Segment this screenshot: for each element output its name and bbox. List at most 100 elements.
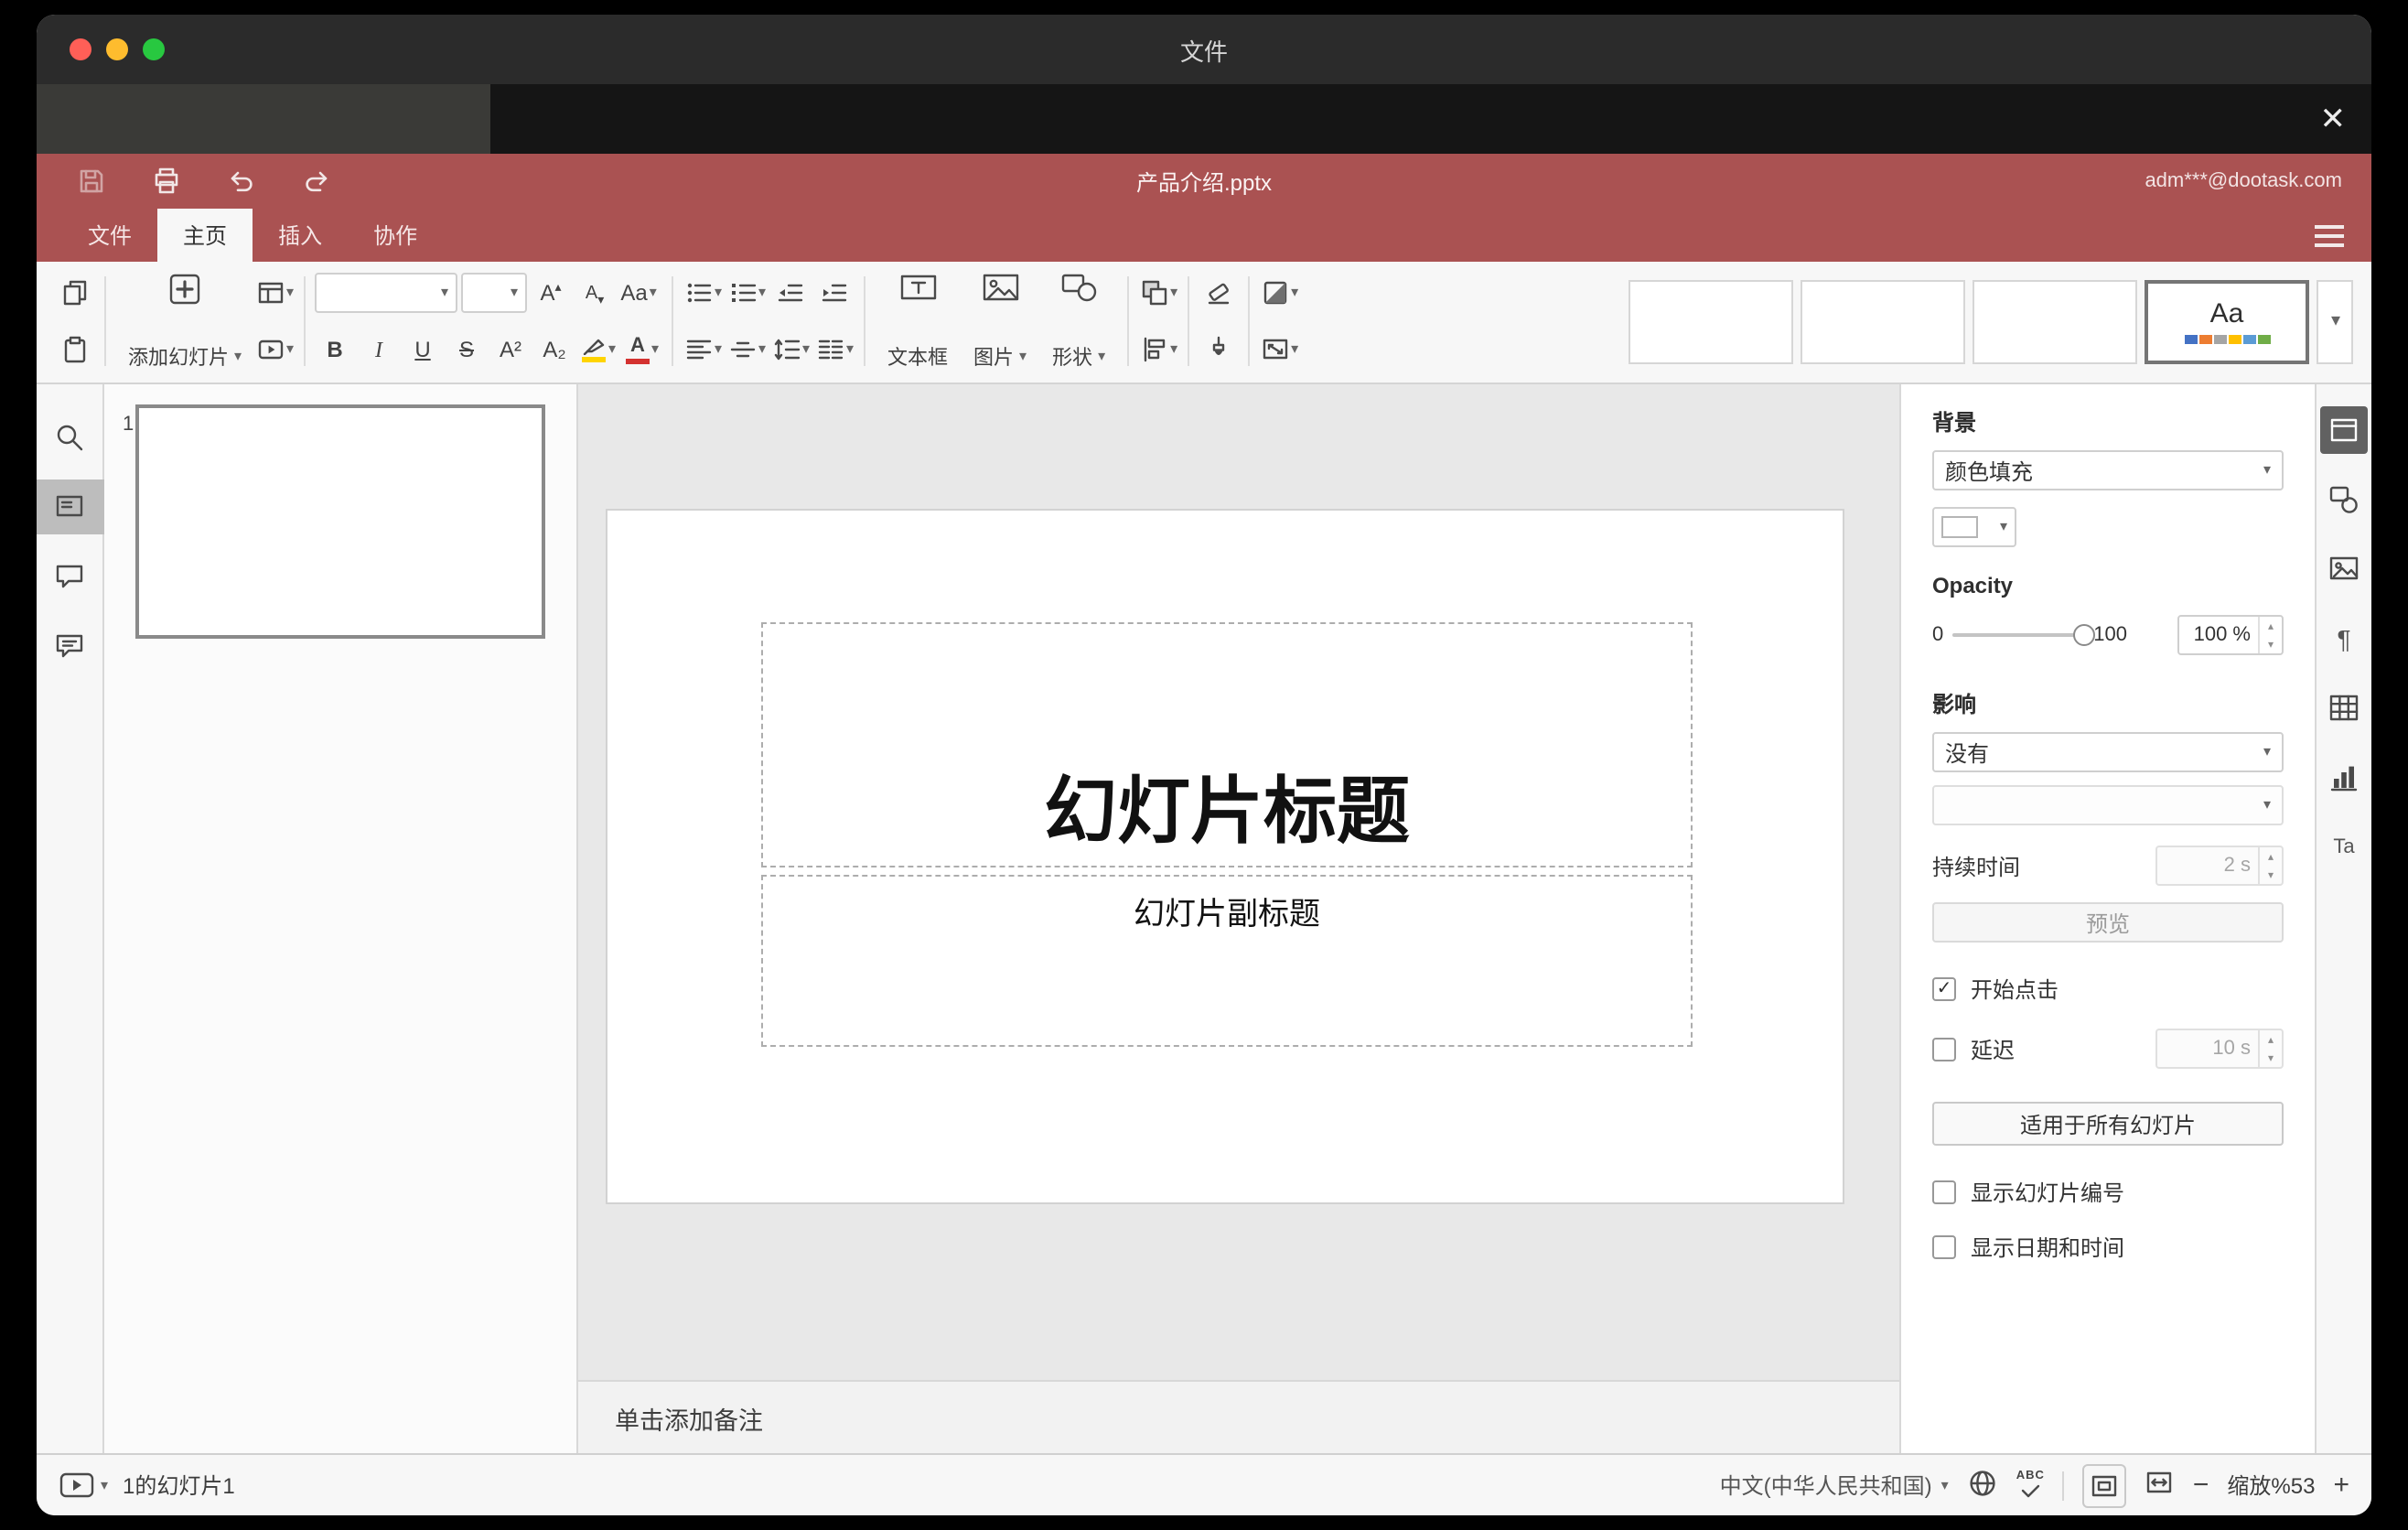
duration-spinner[interactable]: ▴ ▾	[2258, 847, 2282, 884]
effect-select[interactable]: 没有 ▾	[1932, 732, 2284, 772]
feedback-icon[interactable]	[37, 619, 103, 673]
paste-icon[interactable]	[55, 328, 95, 372]
opacity-slider-knob[interactable]	[2073, 624, 2096, 646]
delay-input[interactable]: 10 s ▴ ▾	[2155, 1029, 2284, 1069]
shape-settings-icon[interactable]	[2320, 476, 2368, 523]
slide-layout-icon[interactable]: ▾	[254, 271, 295, 315]
thumbnail-number: 1	[123, 414, 134, 436]
maximize-traffic-button[interactable]	[143, 38, 165, 60]
increase-font-icon[interactable]: A ▴	[531, 271, 571, 315]
highlight-color-icon[interactable]: ▾	[578, 328, 618, 372]
decrease-font-icon[interactable]: A ▾	[575, 271, 615, 315]
tab-file[interactable]: 文件	[62, 209, 157, 262]
slides-panel-icon[interactable]	[37, 479, 103, 534]
bold-button[interactable]: B	[315, 328, 355, 372]
slide-settings-icon[interactable]	[2320, 406, 2368, 454]
columns-icon[interactable]: ▾	[814, 328, 855, 372]
slide-size-icon[interactable]: ▾	[1259, 328, 1299, 372]
comments-icon[interactable]	[37, 549, 103, 604]
change-case-icon[interactable]: Aa ▾	[618, 271, 659, 315]
bullets-icon[interactable]: ▾	[683, 271, 723, 315]
theme-tile-3[interactable]	[1973, 279, 2137, 363]
spell-check-icon[interactable]: ABC	[2016, 1471, 2045, 1499]
opacity-spinner[interactable]: ▴ ▾	[2258, 617, 2282, 653]
background-fill-select[interactable]: 颜色填充 ▾	[1932, 450, 2284, 490]
copy-style-icon[interactable]	[1199, 328, 1239, 372]
duration-input[interactable]: 2 s ▴ ▾	[2155, 846, 2284, 886]
slide-canvas[interactable]: 幻灯片标题 幻灯片副标题	[578, 384, 1899, 1380]
language-selector[interactable]: 中文(中华人民共和国) ▾	[1720, 1470, 1949, 1501]
add-slide-button[interactable]: 添加幻灯片 ▾	[115, 267, 254, 375]
macos-titlebar: 文件	[37, 15, 2371, 84]
arrange-shape-icon[interactable]: ▾	[1138, 271, 1178, 315]
fit-width-icon[interactable]	[2145, 1468, 2175, 1503]
horizontal-align-icon[interactable]: ▾	[683, 328, 723, 372]
slide[interactable]: 幻灯片标题 幻灯片副标题	[606, 509, 1844, 1204]
text-box-button[interactable]: 文本框	[875, 267, 961, 375]
copy-icon[interactable]	[55, 271, 95, 315]
delay-checkbox[interactable]	[1932, 1037, 1956, 1061]
delay-spinner[interactable]: ▴ ▾	[2258, 1030, 2282, 1067]
undo-icon[interactable]	[227, 167, 256, 196]
background-color-select[interactable]: ▾	[1932, 507, 2016, 547]
search-icon[interactable]	[37, 410, 103, 465]
notes-area[interactable]: 单击添加备注	[578, 1380, 1899, 1453]
underline-button[interactable]: U	[403, 328, 443, 372]
line-spacing-icon[interactable]: ▾	[770, 328, 811, 372]
print-icon[interactable]	[152, 167, 181, 196]
minimize-traffic-button[interactable]	[106, 38, 128, 60]
start-on-click-checkbox[interactable]: ✓	[1932, 977, 1956, 1001]
theme-tile-2[interactable]	[1801, 279, 1965, 363]
vertical-align-icon[interactable]: ▾	[726, 328, 767, 372]
save-icon[interactable]	[77, 167, 106, 196]
start-slideshow-icon[interactable]: ▾	[254, 328, 295, 372]
italic-button[interactable]: I	[359, 328, 399, 372]
tab-home[interactable]: 主页	[157, 209, 253, 262]
start-slideshow-button[interactable]: ▾	[59, 1470, 108, 1501]
font-size-combo[interactable]: ▾	[461, 273, 528, 313]
table-settings-icon[interactable]	[2320, 684, 2368, 732]
strikeout-button[interactable]: S	[446, 328, 487, 372]
tab-insert[interactable]: 插入	[253, 209, 348, 262]
zoom-in-icon[interactable]: +	[2333, 1470, 2349, 1501]
decrease-indent-icon[interactable]	[770, 271, 811, 315]
subtitle-placeholder[interactable]: 幻灯片副标题	[761, 875, 1693, 1047]
fit-slide-icon[interactable]	[2082, 1463, 2127, 1507]
chart-settings-icon[interactable]	[2320, 754, 2368, 802]
show-date-time-checkbox[interactable]	[1932, 1235, 1956, 1259]
font-color-icon[interactable]: A ▾	[622, 328, 662, 372]
close-icon[interactable]: ✕	[2320, 103, 2347, 135]
theme-tile-1[interactable]	[1629, 279, 1793, 363]
subscript-button[interactable]: A₂	[534, 328, 575, 372]
apply-to-all-button[interactable]: 适用于所有幻灯片	[1932, 1102, 2284, 1146]
globe-icon[interactable]	[1967, 1467, 1998, 1503]
tab-collaboration[interactable]: 协作	[348, 209, 443, 262]
preview-button[interactable]: 预览	[1932, 902, 2284, 943]
image-settings-icon[interactable]	[2320, 545, 2368, 593]
align-shape-icon[interactable]: ▾	[1138, 328, 1178, 372]
redo-icon[interactable]	[302, 167, 331, 196]
shape-button[interactable]: 形状 ▾	[1039, 267, 1118, 375]
theme-tile-selected[interactable]: Aa	[2145, 279, 2309, 363]
fill-color-icon[interactable]: ▾	[1259, 271, 1299, 315]
zoom-out-icon[interactable]: −	[2193, 1470, 2209, 1501]
menu-icon[interactable]	[2315, 224, 2344, 246]
increase-indent-icon[interactable]	[814, 271, 855, 315]
superscript-button[interactable]: A²	[490, 328, 531, 372]
paragraph-settings-icon[interactable]: ¶	[2320, 615, 2368, 663]
title-placeholder[interactable]: 幻灯片标题	[761, 622, 1693, 867]
text-art-settings-icon[interactable]: Ta	[2320, 824, 2368, 871]
clear-style-icon[interactable]	[1199, 271, 1239, 315]
effect-type-select[interactable]: ▾	[1932, 785, 2284, 825]
font-name-combo[interactable]: ▾	[315, 273, 458, 313]
opacity-input[interactable]: 100 % ▴ ▾	[2177, 615, 2284, 655]
close-traffic-button[interactable]	[70, 38, 91, 60]
show-slide-number-checkbox[interactable]	[1932, 1180, 1956, 1204]
image-button[interactable]: 图片 ▾	[961, 267, 1039, 375]
numbering-icon[interactable]: ▾	[726, 271, 767, 315]
ribbon-header: 产品介绍.pptx adm***@dootask.com 文件 主页 插入 协作	[37, 154, 2371, 262]
theme-gallery-expand-icon[interactable]: ▾	[2317, 279, 2353, 363]
font-group: ▾ ▾ A ▴ A ▾ Aa ▾ B I U S A² A₂ ▾ A ▾	[315, 267, 662, 375]
slide-thumbnail[interactable]	[135, 404, 545, 639]
opacity-slider[interactable]	[1952, 624, 2096, 646]
